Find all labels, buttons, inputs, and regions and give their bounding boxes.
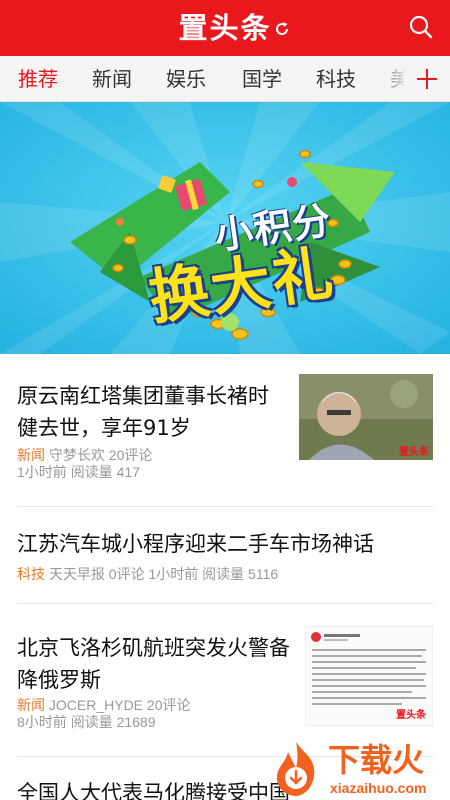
- article-stats: 1小时前 阅读量 417: [17, 462, 140, 482]
- search-icon[interactable]: [407, 13, 435, 41]
- flame-logo-icon: [276, 742, 315, 796]
- article-title[interactable]: 原云南红塔集团董事长褚时健去世，享年91岁: [17, 380, 287, 444]
- feed-item-3[interactable]: 北京飞洛杉矶航班突发火警备降俄罗斯 新闻 JOCER_HYDE 20评论 8小时…: [17, 604, 433, 757]
- watermark-title: 下载火: [328, 741, 425, 779]
- feed-item-1[interactable]: 原云南红塔集团董事长褚时健去世，享年91岁 新闻 守梦长欢 20评论 1小时前 …: [17, 354, 433, 507]
- app-logo: 置头条: [178, 11, 272, 45]
- promo-banner[interactable]: 小积分 换大礼: [0, 102, 450, 354]
- tab-tech[interactable]: 科技: [316, 56, 356, 101]
- watermark-url: xiazaihuo.com: [330, 780, 427, 796]
- article-reads: 阅读量 417: [70, 464, 140, 480]
- article-meta: 科技 天天早报 0评论 1小时前 阅读量 5116: [17, 564, 278, 584]
- tab-news[interactable]: 新闻: [92, 56, 132, 101]
- article-time: 1小时前: [17, 464, 67, 480]
- article-source: 守梦长欢: [48, 447, 105, 463]
- article-stats: 8小时前 阅读量 21689: [17, 712, 156, 732]
- article-time: 8小时前: [17, 714, 67, 730]
- article-comments: 20评论: [108, 447, 153, 463]
- feed-item-2[interactable]: 江苏汽车城小程序迎来二手车市场神话 科技 天天早报 0评论 1小时前 阅读量 5…: [17, 508, 433, 604]
- article-source: JOCER_HYDE: [48, 697, 144, 713]
- article-category: 科技: [17, 566, 45, 582]
- article-category: 新闻: [17, 697, 45, 713]
- thumbnail-watermark: 置头条: [399, 447, 429, 458]
- article-thumbnail[interactable]: 置头条: [305, 626, 433, 726]
- article-source: 天天早报: [48, 566, 105, 582]
- article-reads: 阅读量 5116: [202, 566, 279, 582]
- channel-tabs: 推荐 新闻 娱乐 国学 科技 美: [0, 56, 450, 102]
- article-thumbnail[interactable]: 置头条: [299, 374, 433, 460]
- tab-recommend[interactable]: 推荐: [18, 56, 58, 101]
- site-watermark: 下载火 xiazaihuo.com: [266, 738, 450, 800]
- article-comments: 0评论: [108, 566, 145, 582]
- thumbnail-watermark: 置头条: [396, 710, 426, 721]
- article-category: 新闻: [17, 447, 45, 463]
- tabs-fade: [372, 56, 408, 101]
- tab-entertainment[interactable]: 娱乐: [166, 56, 206, 101]
- article-title[interactable]: 江苏汽车城小程序迎来二手车市场神话: [17, 528, 433, 560]
- article-title[interactable]: 北京飞洛杉矶航班突发火警备降俄罗斯: [17, 632, 292, 696]
- refresh-icon[interactable]: [272, 19, 292, 39]
- tab-sinology[interactable]: 国学: [242, 56, 282, 101]
- article-reads: 阅读量 21689: [70, 714, 156, 730]
- article-comments: 20评论: [146, 697, 191, 713]
- plus-icon[interactable]: [404, 56, 450, 101]
- article-time: 1小时前: [148, 566, 199, 582]
- app-header: 置头条: [0, 0, 450, 56]
